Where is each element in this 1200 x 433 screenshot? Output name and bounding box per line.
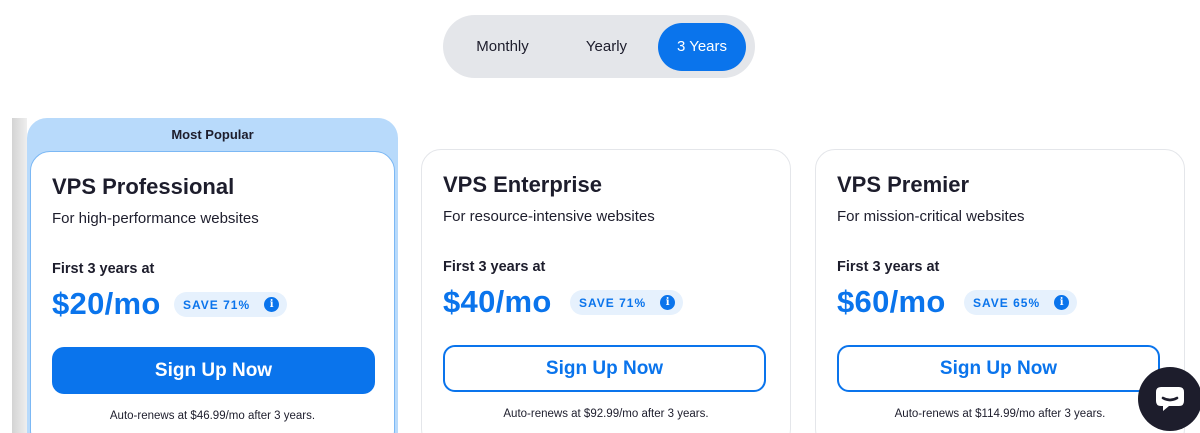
- toggle-yearly[interactable]: Yearly: [555, 23, 658, 71]
- billing-period-toggle: Monthly Yearly 3 Years: [443, 15, 755, 78]
- save-badge: SAVE 65% i: [964, 290, 1078, 315]
- save-label: SAVE 65%: [973, 295, 1041, 310]
- save-label: SAVE 71%: [183, 297, 251, 312]
- plan-card-vps-premier: VPS Premier For mission-critical website…: [815, 149, 1185, 433]
- plan-card-vps-professional: VPS Professional For high-performance we…: [30, 151, 395, 433]
- plan-card-vps-enterprise: VPS Enterprise For resource-intensive we…: [421, 149, 791, 433]
- most-popular-label: Most Popular: [171, 127, 254, 142]
- plan-description: For resource-intensive websites: [443, 208, 655, 225]
- sign-up-button[interactable]: Sign Up Now: [837, 345, 1160, 392]
- toggle-monthly[interactable]: Monthly: [450, 23, 555, 71]
- plan-price: $40/mo: [443, 284, 552, 319]
- info-icon[interactable]: i: [1054, 295, 1070, 310]
- plan-name: VPS Premier: [837, 172, 970, 197]
- plan-name: VPS Enterprise: [443, 172, 602, 197]
- renewal-note: Auto-renews at $114.99/mo after 3 years.: [894, 408, 1106, 420]
- plan-description: For high-performance websites: [52, 210, 259, 227]
- plan-price: $60/mo: [837, 284, 946, 319]
- info-icon[interactable]: i: [660, 295, 676, 310]
- save-label: SAVE 71%: [579, 295, 647, 310]
- sign-up-button[interactable]: Sign Up Now: [52, 347, 375, 394]
- save-badge: SAVE 71% i: [174, 292, 288, 317]
- chat-bubble-icon: [1156, 387, 1184, 411]
- scroll-edge-shadow: [12, 118, 27, 433]
- plan-term: First 3 years at: [443, 259, 546, 275]
- plan-price: $20/mo: [52, 286, 161, 321]
- chat-launcher-button[interactable]: [1138, 367, 1200, 431]
- sign-up-button[interactable]: Sign Up Now: [443, 345, 766, 392]
- renewal-note: Auto-renews at $92.99/mo after 3 years.: [503, 408, 709, 420]
- renewal-note: Auto-renews at $46.99/mo after 3 years.: [109, 410, 316, 422]
- plan-term: First 3 years at: [52, 261, 155, 277]
- toggle-3-years[interactable]: 3 Years: [658, 22, 746, 71]
- info-icon[interactable]: i: [264, 297, 280, 312]
- plan-description: For mission-critical websites: [837, 208, 1025, 225]
- plan-term: First 3 years at: [837, 259, 940, 275]
- plan-name: VPS Professional: [52, 174, 235, 199]
- save-badge: SAVE 71% i: [570, 290, 684, 315]
